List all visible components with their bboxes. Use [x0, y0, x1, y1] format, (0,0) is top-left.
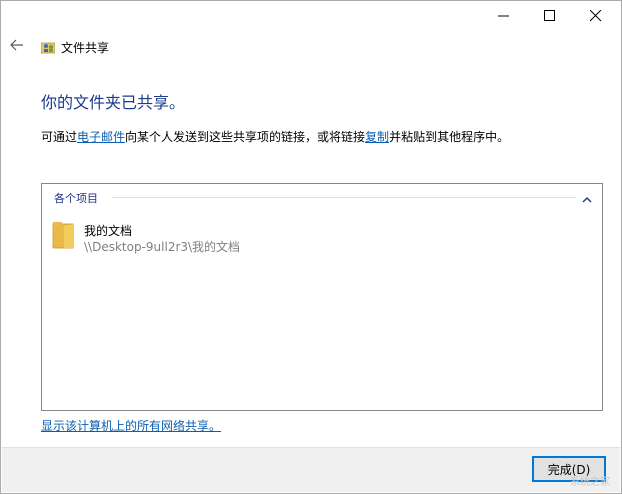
shared-items-list[interactable]: 各个项目 我的文档 \\Desktop-9ull2r3\我的文档 — [41, 183, 603, 411]
share-description: 可通过电子邮件向某个人发送到这些共享项的链接，或将链接复制并粘贴到其他程序中。 — [41, 128, 509, 145]
file-sharing-icon — [40, 39, 56, 54]
maximize-icon — [544, 10, 555, 21]
window-frame: 文件共享 你的文件夹已共享。 可通过电子邮件向某个人发送到这些共享项的链接，或将… — [0, 0, 622, 494]
chevron-up-icon[interactable] — [582, 190, 592, 203]
dialog-footer: 完成(D) 系统之家 — [2, 447, 620, 492]
group-divider — [112, 197, 576, 198]
minimize-button[interactable] — [481, 1, 527, 31]
desc-middle: 向某个人发送到这些共享项的链接，或将链接 — [125, 130, 366, 144]
group-header-label: 各个项目 — [54, 192, 98, 205]
desc-suffix: 并粘贴到其他程序中。 — [389, 130, 510, 144]
close-button[interactable] — [573, 1, 619, 31]
back-arrow-icon — [10, 39, 23, 51]
desc-prefix: 可通过 — [41, 130, 78, 144]
folder-icon — [52, 220, 76, 250]
item-path: \\Desktop-9ull2r3\我的文档 — [84, 240, 241, 254]
maximize-button[interactable] — [527, 1, 573, 31]
watermark-text: 系统之家 — [570, 477, 610, 488]
minimize-icon — [498, 15, 509, 17]
item-name: 我的文档 — [84, 224, 133, 238]
window-title: 文件共享 — [61, 41, 110, 55]
email-link[interactable]: 电子邮件 — [77, 130, 125, 144]
back-button[interactable] — [9, 37, 25, 53]
copy-link[interactable]: 复制 — [365, 130, 389, 144]
show-all-shares-link[interactable]: 显示该计算机上的所有网络共享。 — [41, 417, 221, 434]
page-headline: 你的文件夹已共享。 — [41, 93, 186, 112]
close-icon — [590, 10, 602, 22]
